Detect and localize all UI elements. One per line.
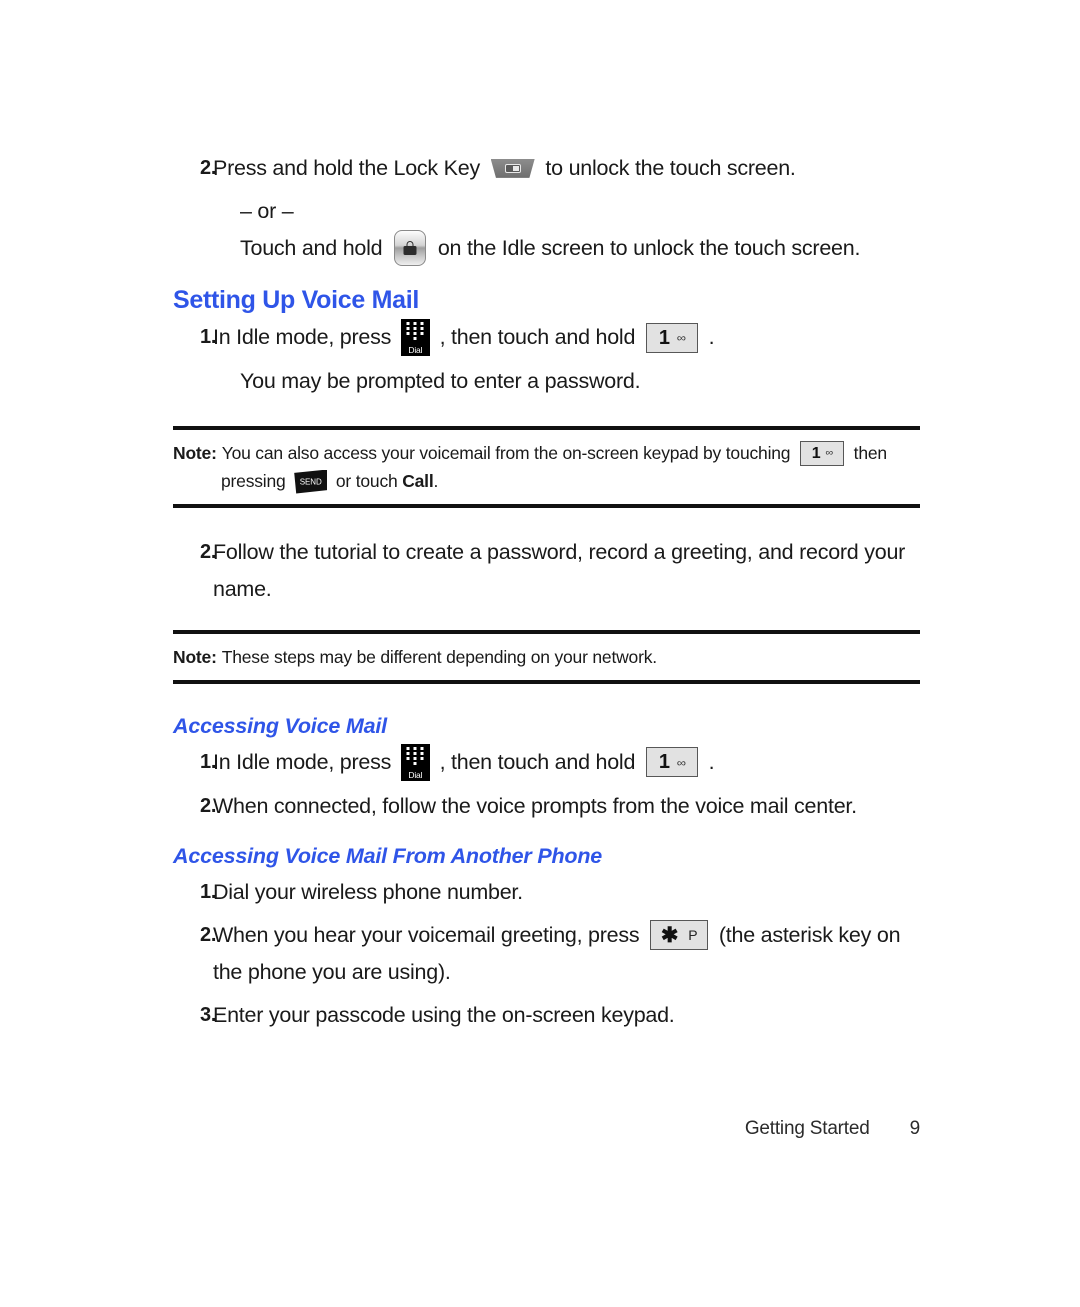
voicemail-key-icon: 1 ∞ xyxy=(800,441,844,467)
or-divider: – or – xyxy=(240,199,294,223)
another-phone-step-3: 3. Enter your passcode using the on-scre… xyxy=(173,997,920,1034)
note-second-line: pressing SEND or touch Call. xyxy=(221,467,920,495)
keypad-grid-glyph xyxy=(406,746,424,767)
footer-chapter: Getting Started xyxy=(744,1118,870,1139)
note-text: You can also access your voicemail from … xyxy=(222,439,920,467)
step-text-after: . xyxy=(708,325,715,350)
note-text-before-send: pressing xyxy=(221,471,286,492)
voicemail-key-digit: 1 xyxy=(658,326,670,349)
step-text-middle: , then touch and hold xyxy=(439,750,636,775)
step-text-before-dial: In Idle mode, press xyxy=(213,325,392,350)
step-text-before-key: When you hear your voicemail greeting, p… xyxy=(213,922,640,947)
step-text: Dial your wireless phone number. xyxy=(213,879,523,904)
asterisk-key-icon: ✱ P xyxy=(650,920,709,951)
step-text-after: . xyxy=(708,750,715,775)
send-key-icon: SEND xyxy=(294,469,328,494)
page-footer: Getting Started 9 xyxy=(0,1118,920,1140)
footer-page-number: 9 xyxy=(909,1118,921,1139)
step-text: In Idle mode, press Dial , then touch an… xyxy=(213,743,920,782)
voicemail-key-symbol: ∞ xyxy=(676,756,686,769)
step-number: 2. xyxy=(200,923,217,946)
another-phone-step-2: 2. When you hear your voicemail greeting… xyxy=(173,917,920,991)
step-text-before-icon: Press and hold the Lock Key xyxy=(213,156,480,180)
note-block-voicemail-access: Note: You can also access your voicemail… xyxy=(173,426,920,509)
step-number: 1. xyxy=(200,326,217,349)
password-prompt-note: You may be prompted to enter a password. xyxy=(240,369,641,394)
note-label: Note: xyxy=(173,443,217,464)
note-first-line: Note: These steps may be different depen… xyxy=(173,643,920,671)
note-text-after-key: then xyxy=(853,443,887,464)
dial-keypad-icon: Dial xyxy=(400,743,430,781)
page-content: 2. Press and hold the Lock Key to unlock… xyxy=(173,150,920,1040)
step-number: 1. xyxy=(200,880,217,903)
accessing-step-2: 2. When connected, follow the voice prom… xyxy=(173,788,920,825)
note-text: These steps may be different depending o… xyxy=(221,647,657,668)
asterisk-key-label: P xyxy=(688,927,698,944)
lock-hardware-key-icon xyxy=(490,158,535,178)
lock-touch-button-icon xyxy=(394,230,427,267)
step-text-before-dial: In Idle mode, press xyxy=(213,750,392,775)
voicemail-key-icon: 1 ∞ xyxy=(645,747,698,778)
section-title-accessing: Accessing Voice Mail xyxy=(173,714,387,739)
voicemail-key-icon: 1 ∞ xyxy=(645,322,698,353)
step-text: In Idle mode, press Dial , then touch an… xyxy=(213,319,920,357)
another-phone-step-1: 1. Dial your wireless phone number. xyxy=(173,874,920,911)
step-text: When you hear your voicemail greeting, p… xyxy=(213,917,920,991)
step-number: 2. xyxy=(200,157,217,179)
step-number: 3. xyxy=(200,1003,217,1026)
step-text-middle: , then touch and hold xyxy=(439,325,636,350)
step-text-after-icon: to unlock the touch screen. xyxy=(545,156,796,180)
setting-up-step-2: 2. Follow the tutorial to create a passw… xyxy=(173,534,920,608)
note-first-line: Note: You can also access your voicemail… xyxy=(173,439,920,467)
step-number: 2. xyxy=(200,541,217,564)
keypad-grid-glyph xyxy=(406,322,424,342)
alt-unlock-line: Touch and hold on the Idle screen to unl… xyxy=(240,230,920,267)
note-label: Note: xyxy=(173,647,217,668)
padlock-glyph xyxy=(403,241,417,256)
step-unlock: 2. Press and hold the Lock Key to unlock… xyxy=(173,150,920,187)
voicemail-key-digit: 1 xyxy=(658,751,670,774)
section-title-another-phone: Accessing Voice Mail From Another Phone xyxy=(173,843,603,868)
accessing-step-1: 1. In Idle mode, press Dial , then touch… xyxy=(173,743,920,782)
voicemail-key-symbol: ∞ xyxy=(676,331,686,345)
step-text: Follow the tutorial to create a password… xyxy=(213,540,906,602)
voicemail-key-symbol: ∞ xyxy=(825,448,833,459)
dial-icon-label: Dial xyxy=(408,345,423,356)
alt-text-before-icon: Touch and hold xyxy=(240,236,383,260)
alt-text-after-icon: on the Idle screen to unlock the touch s… xyxy=(437,236,861,260)
note-text-before-key: You can also access your voicemail from … xyxy=(221,443,791,464)
step-text: When connected, follow the voice prompts… xyxy=(213,793,857,818)
note-block-network-steps: Note: These steps may be different depen… xyxy=(173,630,920,685)
setting-up-step-1: 1. In Idle mode, press Dial , then touch… xyxy=(173,319,920,357)
step-number: 2. xyxy=(200,794,217,817)
section-title-setting-up: Setting Up Voice Mail xyxy=(173,286,420,315)
asterisk-glyph: ✱ xyxy=(660,923,679,947)
manual-page: 2. Press and hold the Lock Key to unlock… xyxy=(0,0,1080,1307)
step-text: Press and hold the Lock Key to unlock th… xyxy=(213,150,920,187)
dial-icon-label: Dial xyxy=(408,769,423,780)
voicemail-key-digit: 1 xyxy=(811,444,821,462)
note-call-bold: Call xyxy=(402,471,434,492)
send-key-label: SEND xyxy=(299,477,322,487)
step-number: 1. xyxy=(200,751,217,774)
note-line2-end: . xyxy=(433,471,439,492)
step-text: Enter your passcode using the on-screen … xyxy=(213,1002,675,1027)
dial-keypad-icon: Dial xyxy=(400,319,430,357)
note-text-after-send: or touch xyxy=(335,471,398,492)
